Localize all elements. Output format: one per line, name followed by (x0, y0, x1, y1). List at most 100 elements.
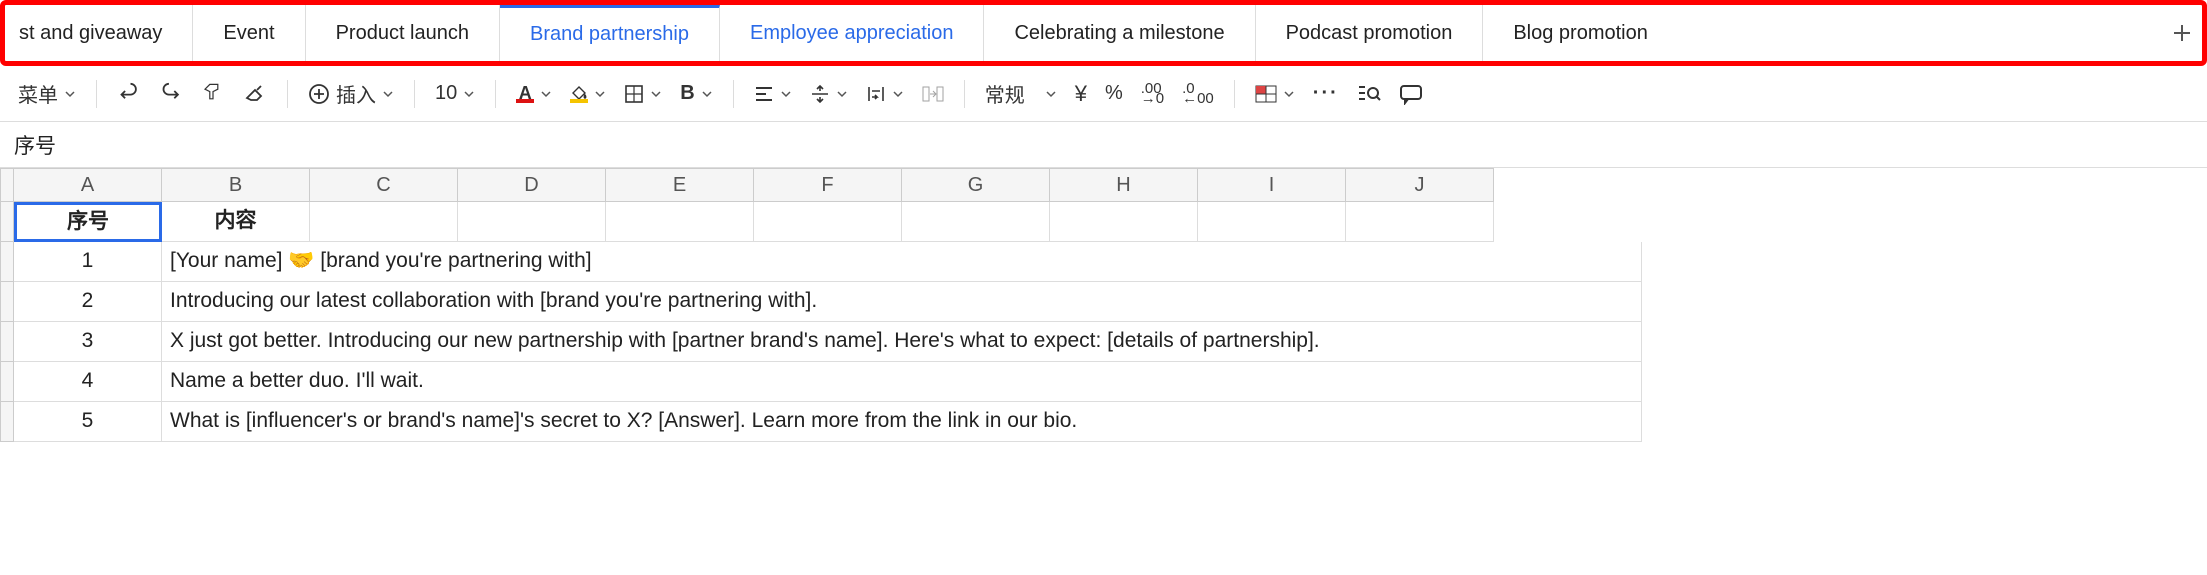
separator (1234, 80, 1235, 108)
cell-num[interactable]: 5 (14, 402, 162, 442)
cell[interactable] (1198, 202, 1346, 242)
tab-blog-promotion[interactable]: Blog promotion (1483, 5, 1678, 61)
menu-label: 菜单 (18, 79, 58, 108)
comment-button[interactable] (1391, 75, 1431, 113)
cell-num[interactable]: 4 (14, 362, 162, 402)
col-header-b[interactable]: B (162, 168, 310, 202)
row-header[interactable] (0, 322, 14, 362)
redo-button[interactable] (151, 75, 191, 113)
cell[interactable] (458, 202, 606, 242)
search-list-icon (1357, 83, 1381, 105)
tab-giveaway[interactable]: st and giveaway (5, 5, 193, 61)
wrap-text-button[interactable] (858, 75, 912, 113)
cell-num[interactable]: 3 (14, 322, 162, 362)
number-format-select[interactable]: 常规 (977, 75, 1065, 113)
cell[interactable] (1346, 202, 1494, 242)
clear-format-button[interactable] (235, 75, 275, 113)
find-button[interactable] (1349, 75, 1389, 113)
tab-event[interactable]: Event (193, 5, 305, 61)
increase-decimal-button[interactable]: .00→0 (1133, 75, 1172, 113)
tab-podcast-promotion[interactable]: Podcast promotion (1256, 5, 1484, 61)
spreadsheet-grid: A B C D E F G H I J 序号 内容 1 [Your name] … (0, 168, 2207, 442)
cell-content[interactable]: X just got better. Introducing our new p… (162, 322, 1642, 362)
row-header[interactable] (0, 282, 14, 322)
row-header[interactable] (0, 362, 14, 402)
cell-content[interactable]: Name a better duo. I'll wait. (162, 362, 1642, 402)
formula-bar[interactable]: 序号 (0, 122, 2207, 168)
menu-button[interactable]: 菜单 (10, 75, 84, 113)
cell-content[interactable]: Introducing our latest collaboration wit… (162, 282, 1642, 322)
merge-icon (922, 84, 944, 104)
cell[interactable] (902, 202, 1050, 242)
tab-brand-partnership[interactable]: Brand partnership (500, 5, 720, 61)
font-color-button[interactable]: A (508, 75, 560, 113)
sheet-tabs: st and giveaway Event Product launch Bra… (5, 5, 2162, 61)
wrap-icon (866, 84, 886, 104)
cell-b-header[interactable]: 内容 (162, 202, 310, 242)
tab-employee-appreciation[interactable]: Employee appreciation (720, 5, 984, 61)
cell[interactable] (1050, 202, 1198, 242)
col-header-j[interactable]: J (1346, 168, 1494, 202)
chevron-down-icon (780, 88, 792, 100)
borders-button[interactable] (616, 75, 670, 113)
more-button[interactable]: ··· (1305, 75, 1347, 113)
col-header-c[interactable]: C (310, 168, 458, 202)
decrease-decimal-button[interactable]: .0←00 (1174, 75, 1222, 113)
separator (964, 80, 965, 108)
add-sheet-button[interactable] (2162, 5, 2202, 61)
align-horizontal-button[interactable] (746, 75, 800, 113)
col-header-g[interactable]: G (902, 168, 1050, 202)
currency-button[interactable]: ¥ (1067, 75, 1095, 113)
row-header[interactable] (0, 402, 14, 442)
plus-circle-icon (308, 83, 330, 105)
font-size-select[interactable]: 10 (427, 75, 483, 113)
align-vertical-button[interactable] (802, 75, 856, 113)
grid-format-icon (1255, 84, 1277, 104)
chevron-down-icon (892, 88, 904, 100)
col-header-e[interactable]: E (606, 168, 754, 202)
font-color-swatch (516, 99, 534, 103)
select-all-corner[interactable] (0, 168, 14, 202)
col-header-h[interactable]: H (1050, 168, 1198, 202)
row-header[interactable] (0, 242, 14, 282)
col-header-f[interactable]: F (754, 168, 902, 202)
bold-button[interactable]: B (672, 75, 720, 113)
cell-a-header[interactable]: 序号 (14, 202, 162, 242)
format-painter-button[interactable] (193, 75, 233, 113)
tab-label: Brand partnership (530, 23, 689, 46)
separator (495, 80, 496, 108)
separator (733, 80, 734, 108)
comment-icon (1399, 83, 1423, 105)
tab-celebrating-milestone[interactable]: Celebrating a milestone (984, 5, 1255, 61)
borders-icon (624, 84, 644, 104)
cell-content[interactable]: [Your name] 🤝 [brand you're partnering w… (162, 242, 1642, 282)
undo-button[interactable] (109, 75, 149, 113)
chevron-down-icon (650, 88, 662, 100)
insert-button[interactable]: 插入 (300, 75, 402, 113)
merge-cells-button[interactable] (914, 75, 952, 113)
row-header[interactable] (0, 202, 14, 242)
tab-label: Event (223, 22, 274, 45)
tab-label: st and giveaway (19, 22, 162, 45)
increase-decimal-icon: .00→0 (1141, 84, 1164, 104)
chevron-down-icon (1045, 88, 1057, 100)
insert-label: 插入 (336, 79, 376, 108)
cell-content[interactable]: What is [influencer's or brand's name]'s… (162, 402, 1642, 442)
cell-num[interactable]: 2 (14, 282, 162, 322)
col-header-d[interactable]: D (458, 168, 606, 202)
cell[interactable] (754, 202, 902, 242)
cell[interactable] (606, 202, 754, 242)
cell[interactable] (310, 202, 458, 242)
eraser-icon (243, 82, 267, 106)
cell-num[interactable]: 1 (14, 242, 162, 282)
percent-glyph: % (1105, 82, 1123, 105)
fill-color-button[interactable] (562, 75, 614, 113)
conditional-format-button[interactable] (1247, 75, 1303, 113)
percent-button[interactable]: % (1097, 75, 1131, 113)
tab-label: Product launch (336, 22, 469, 45)
col-header-i[interactable]: I (1198, 168, 1346, 202)
tab-label: Employee appreciation (750, 22, 953, 45)
tab-product-launch[interactable]: Product launch (306, 5, 500, 61)
col-header-a[interactable]: A (14, 168, 162, 202)
format-painter-icon (201, 82, 225, 106)
